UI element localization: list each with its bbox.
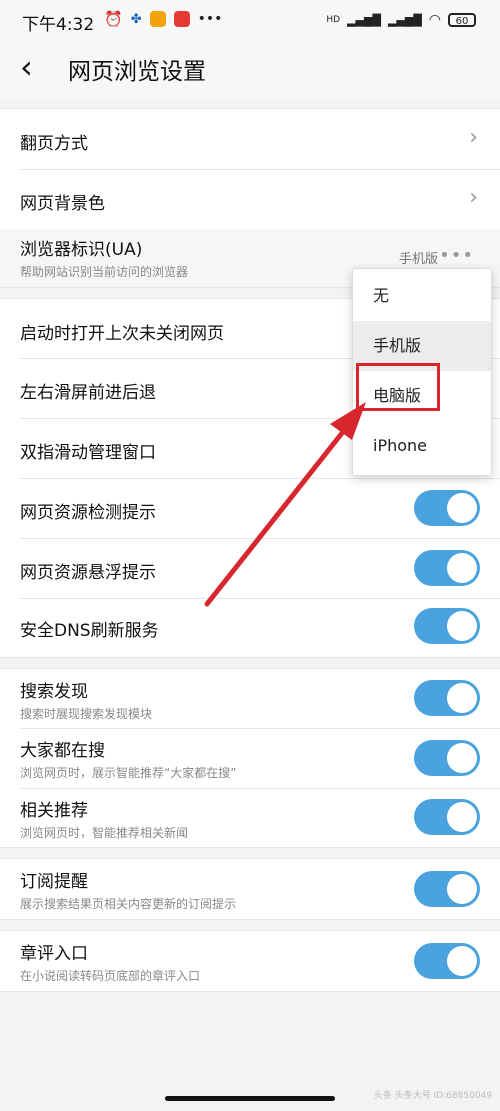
row-title: 订阅提醒 [20, 872, 88, 892]
toggle-switch[interactable] [414, 740, 480, 776]
chevron-right-icon: › [469, 125, 478, 150]
toggle-knob [447, 493, 477, 523]
row-subtitle: 搜索时展现搜索发现模块 [20, 707, 153, 721]
toggle-switch[interactable] [414, 608, 480, 644]
back-icon[interactable]: ‹ [20, 51, 33, 83]
annotation-highlight-box [356, 363, 440, 411]
orange-app-icon [149, 11, 166, 27]
settings-row-everyone-searching[interactable]: 大家都在搜 浏览网页时，展示智能推荐“大家都在搜” [0, 728, 500, 788]
toggle-switch[interactable] [414, 680, 480, 716]
red-app-icon [173, 11, 190, 27]
row-subtitle: 在小说阅读转码页底部的章评入口 [20, 969, 201, 983]
toggle-switch[interactable] [414, 799, 480, 835]
settings-group-1: 翻页方式 › 网页背景色 › 浏览器标识(UA) 帮助网站识别当前访问的浏览器 … [0, 108, 500, 288]
signal-icon: ▂▄▆█ [347, 13, 381, 27]
status-time: 下午4:32 [22, 15, 95, 35]
row-title: 搜索发现 [20, 682, 88, 702]
row-title: 翻页方式 [20, 134, 88, 154]
toggle-knob [447, 553, 477, 583]
row-title: 网页背景色 [20, 194, 105, 214]
settings-group-4: 订阅提醒 展示搜索结果页相关内容更新的订阅提示 [0, 858, 500, 920]
page-title: 网页浏览设置 [68, 59, 206, 85]
toggle-switch[interactable] [414, 871, 480, 907]
row-title: 网页资源悬浮提示 [20, 563, 156, 583]
battery-icon: 60 [448, 13, 476, 27]
row-title: 大家都在搜 [20, 741, 105, 761]
settings-row-background[interactable]: 网页背景色 › [0, 169, 500, 229]
settings-row-secure-dns[interactable]: 安全DNS刷新服务 [0, 598, 500, 656]
row-subtitle: 展示搜索结果页相关内容更新的订阅提示 [20, 897, 237, 911]
settings-row-subscription[interactable]: 订阅提醒 展示搜索结果页相关内容更新的订阅提示 [0, 859, 500, 919]
row-title: 双指滑动管理窗口 [20, 443, 156, 463]
toggle-knob [447, 683, 477, 713]
more-notifications-icon: ••• [197, 11, 223, 27]
toggle-knob [447, 946, 477, 976]
settings-row-resource-detect[interactable]: 网页资源检测提示 [0, 478, 500, 538]
row-title: 浏览器标识(UA) [20, 240, 143, 260]
row-title: 启动时打开上次未关闭网页 [20, 324, 224, 344]
toggle-knob [447, 611, 477, 641]
hd-label: HD [326, 15, 341, 25]
row-title: 章评入口 [20, 944, 88, 964]
toggle-knob [447, 743, 477, 773]
status-notification-icons: ⏰ ✤ ••• [104, 10, 222, 28]
more-icon[interactable]: ••• [439, 245, 474, 266]
settings-row-related-recommend[interactable]: 相关推荐 浏览网页时，智能推荐相关新闻 [0, 788, 500, 847]
toggle-knob [447, 802, 477, 832]
row-subtitle: 帮助网站识别当前访问的浏览器 [20, 265, 189, 279]
row-title: 网页资源检测提示 [20, 503, 156, 523]
status-system-icons: HD ▂▄▆█ ▂▄▆█ ◠ 60 [326, 12, 476, 28]
settings-group-5: 章评入口 在小说阅读转码页底部的章评入口 [0, 930, 500, 992]
alarm-icon: ⏰ [104, 10, 123, 28]
app-notification-icon: ✤ [130, 11, 142, 27]
settings-row-chapter-comments[interactable]: 章评入口 在小说阅读转码页底部的章评入口 [0, 931, 500, 991]
signal2-icon: ▂▄▆█ [387, 13, 422, 27]
row-title: 左右滑屏前进后退 [20, 383, 156, 403]
ua-current-value: 手机版 [398, 252, 438, 267]
row-title: 相关推荐 [20, 801, 88, 821]
settings-row-resource-float[interactable]: 网页资源悬浮提示 [0, 538, 500, 598]
row-subtitle: 浏览网页时，展示智能推荐“大家都在搜” [20, 766, 237, 780]
ua-option-iphone[interactable]: iPhone [353, 421, 491, 471]
row-subtitle: 浏览网页时，智能推荐相关新闻 [20, 826, 189, 840]
toggle-switch[interactable] [414, 943, 480, 979]
home-indicator [165, 1096, 335, 1101]
ua-option-none[interactable]: 无 [353, 271, 491, 321]
watermark: 头条 头条大号 ID:68850049 [373, 1091, 492, 1101]
toggle-switch[interactable] [414, 550, 480, 586]
wifi-icon: ◠ [428, 12, 441, 28]
settings-group-3: 搜索发现 搜索时展现搜索发现模块 大家都在搜 浏览网页时，展示智能推荐“大家都在… [0, 668, 500, 848]
toggle-switch[interactable] [414, 490, 480, 526]
row-title: 安全DNS刷新服务 [20, 621, 159, 641]
toggle-knob [447, 874, 477, 904]
settings-row-search-discover[interactable]: 搜索发现 搜索时展现搜索发现模块 [0, 669, 500, 728]
chevron-right-icon: › [469, 185, 478, 210]
settings-row-page-turn[interactable]: 翻页方式 › [0, 109, 500, 169]
